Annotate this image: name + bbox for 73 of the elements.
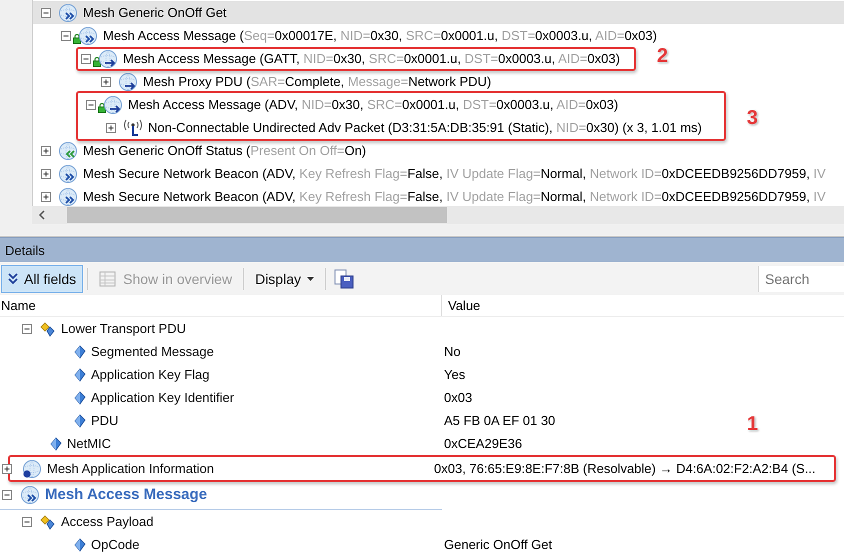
collapse-icon[interactable] xyxy=(86,100,96,110)
callout-number: 2 xyxy=(656,44,668,68)
packet-summary: Mesh Access Message (ADV, NID=0x30, SRC=0x0001.u, DST=0x0003.u, AID=0x03) xyxy=(128,97,618,112)
packet-summary: Mesh Generic OnOff Get xyxy=(83,5,227,20)
caret-icon xyxy=(306,276,314,280)
globe-arrow-icon xyxy=(103,94,123,114)
field-value: 0x03, 76:65:E9:8E:F7:8B (Resolvable) → D4:6A:02:F2:A2:B4 (S... xyxy=(433,461,816,476)
field-value: No xyxy=(443,344,461,359)
section-heading: Mesh Access Message xyxy=(45,486,208,503)
field-name: OpCode xyxy=(91,537,140,552)
expand-icon[interactable] xyxy=(41,168,51,178)
globe-arrow-icon xyxy=(118,72,138,92)
collapse-icon[interactable] xyxy=(81,54,91,64)
expand-icon[interactable] xyxy=(106,122,116,132)
callout-number: 3 xyxy=(746,107,758,130)
search-field[interactable]: Search xyxy=(758,266,844,292)
packet-summary: Mesh Generic OnOff Status (Present On Off=On) xyxy=(83,143,366,158)
display-menu-button[interactable]: Display xyxy=(248,264,321,292)
save-icon xyxy=(334,268,354,288)
packet-summary: Mesh Proxy PDU (SAR=Complete, Message=Network PDU) xyxy=(143,74,492,89)
field-name: Access Payload xyxy=(61,514,154,529)
packet-summary: Mesh Secure Network Beacon (ADV, Key Refresh Flag=False, IV Update Flag=Normal, Network ID=0xDCEEDB9256DD7959, IV xyxy=(83,189,826,204)
field-name: NetMIC xyxy=(67,436,112,451)
collapse-icon[interactable] xyxy=(22,324,32,334)
field-value: Generic OnOff Get xyxy=(443,537,552,552)
globe-badge-icon xyxy=(22,458,42,478)
collapse-icon[interactable] xyxy=(22,516,32,526)
diamond-icon xyxy=(74,368,86,382)
expand-icon[interactable] xyxy=(41,192,51,202)
globe-chevrons-icon xyxy=(58,164,78,184)
expand-icon[interactable] xyxy=(2,464,12,474)
diamond-icon xyxy=(74,538,86,552)
globe-chevrons-icon xyxy=(58,2,78,22)
field-name: Segmented Message xyxy=(91,344,214,359)
double-chevron-down-icon xyxy=(8,272,18,284)
panel-title: Details xyxy=(5,242,45,258)
collapse-icon[interactable] xyxy=(41,8,51,18)
table-icon xyxy=(99,270,118,288)
packet-summary: Mesh Access Message (Seq=0x00017E, NID=0x30, SRC=0x0001.u, DST=0x0003.u, AID=0x03) xyxy=(103,28,657,43)
field-name: PDU xyxy=(91,413,118,428)
field-name: Mesh Application Information xyxy=(47,461,214,476)
group-icon xyxy=(40,320,56,336)
column-header[interactable]: Name xyxy=(0,295,442,316)
field-value: Yes xyxy=(443,367,466,382)
globe-chevrons-icon xyxy=(58,140,78,160)
diamond-icon xyxy=(74,344,86,358)
callout-number: 1 xyxy=(746,413,758,436)
group-icon xyxy=(40,514,56,530)
antenna-icon xyxy=(123,118,143,138)
expand-icon[interactable] xyxy=(101,76,111,86)
field-value: 0x03 xyxy=(443,390,472,405)
globe-chevrons-icon xyxy=(58,186,78,206)
globe-chevrons-icon xyxy=(20,484,40,504)
field-name: Application Key Identifier xyxy=(91,390,234,405)
globe-chevrons-icon xyxy=(78,26,98,46)
all-fields-button[interactable]: All fields xyxy=(1,264,84,292)
expand-icon[interactable] xyxy=(41,146,51,156)
column-header[interactable]: Value xyxy=(442,295,844,316)
diamond-icon xyxy=(74,414,86,428)
packet-summary: Mesh Secure Network Beacon (ADV, Key Refresh Flag=False, IV Update Flag=Normal, Network ID=0xDCEEDB9256DD7959, IV xyxy=(83,166,826,181)
horizontal-scrollbar[interactable] xyxy=(32,206,844,224)
diamond-icon xyxy=(50,436,62,450)
field-value: 0xCEA29E36 xyxy=(443,436,522,451)
collapse-icon[interactable] xyxy=(2,490,12,500)
collapse-icon[interactable] xyxy=(61,30,71,40)
packet-summary: Non-Connectable Undirected Adv Packet (D3:31:5A:DB:35:91 (Static), NID=0x30) (x 3, 1.01 ms) xyxy=(148,120,702,135)
field-name: Lower Transport PDU xyxy=(61,321,186,336)
packet-summary: Mesh Access Message (GATT, NID=0x30, SRC=0x0001.u, DST=0x0003.u, AID=0x03) xyxy=(123,51,620,66)
field-value: A5 FB 0A EF 01 30 xyxy=(443,413,556,428)
diamond-icon xyxy=(74,390,86,404)
globe-arrow-icon xyxy=(98,48,118,68)
selected-tree-row[interactable]: Mesh Generic OnOff Get xyxy=(33,1,844,24)
field-name: Application Key Flag xyxy=(91,367,210,382)
